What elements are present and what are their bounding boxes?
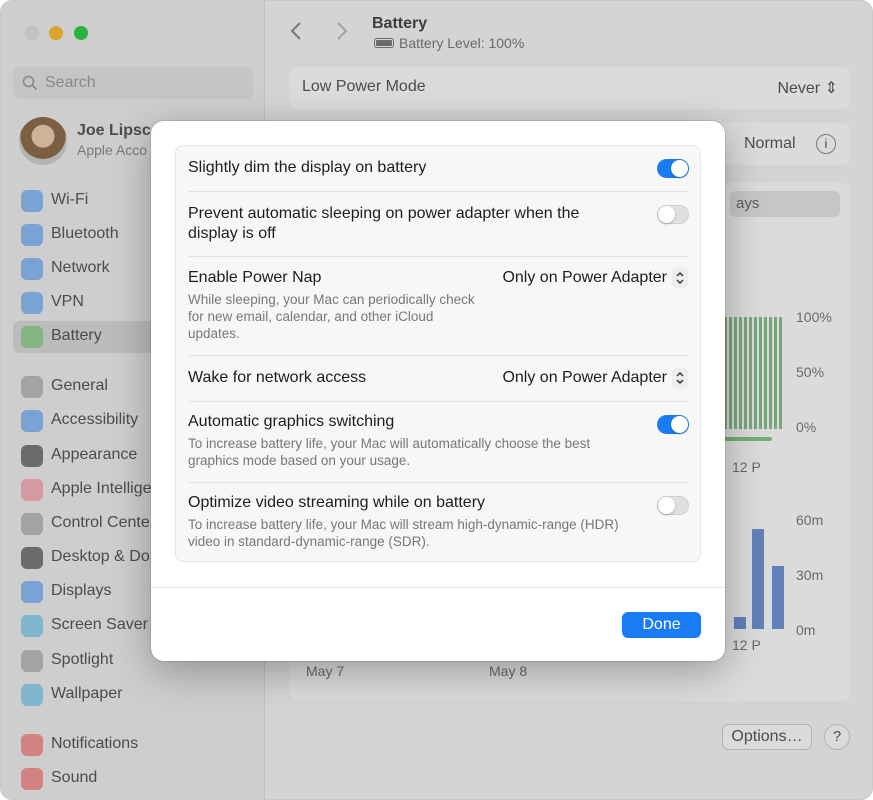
graphics-switching-row: Automatic graphics switching To increase…	[176, 402, 700, 482]
video-streaming-label: Optimize video streaming while on batter…	[188, 494, 486, 511]
footer-divider	[151, 587, 725, 588]
power-nap-description: While sleeping, your Mac can periodicall…	[188, 292, 475, 341]
prevent-sleep-row: Prevent automatic sleeping on power adap…	[176, 192, 700, 256]
toggle-knob	[658, 497, 675, 514]
graphics-switching-description: To increase battery life, your Mac will …	[188, 436, 591, 468]
settings-window: Search Joe Lipsc Apple Acco Wi-Fi Bluetoo…	[0, 0, 873, 800]
prevent-sleep-label: Prevent automatic sleeping on power adap…	[188, 205, 580, 242]
battery-options-sheet: Slightly dim the display on battery Prev…	[151, 121, 725, 661]
dim-display-row: Slightly dim the display on battery	[176, 146, 700, 191]
power-nap-row: Enable Power Nap While sleeping, your Ma…	[176, 257, 700, 355]
power-nap-popup[interactable]: Only on Power Adapter	[502, 268, 688, 288]
power-nap-value: Only on Power Adapter	[502, 269, 667, 287]
wake-network-label: Wake for network access	[188, 369, 367, 386]
dim-display-toggle[interactable]	[657, 159, 689, 178]
graphics-switching-label: Automatic graphics switching	[188, 413, 395, 430]
wake-network-popup[interactable]: Only on Power Adapter	[502, 368, 688, 388]
options-group: Slightly dim the display on battery Prev…	[175, 145, 701, 562]
prevent-sleep-toggle[interactable]	[657, 205, 689, 224]
graphics-switching-toggle[interactable]	[657, 415, 689, 434]
toggle-knob	[671, 416, 688, 433]
wake-network-value: Only on Power Adapter	[502, 369, 667, 387]
stepper-icon	[672, 368, 688, 388]
video-streaming-toggle[interactable]	[657, 496, 689, 515]
toggle-knob	[671, 160, 688, 177]
dim-display-label: Slightly dim the display on battery	[188, 159, 427, 176]
toggle-knob	[658, 206, 675, 223]
video-streaming-row: Optimize video streaming while on batter…	[176, 483, 700, 561]
power-nap-label: Enable Power Nap	[188, 269, 322, 286]
done-button[interactable]: Done	[622, 612, 701, 638]
stepper-icon	[672, 268, 688, 288]
video-streaming-description: To increase battery life, your Mac will …	[188, 517, 619, 549]
wake-network-row: Wake for network access Only on Power Ad…	[176, 356, 700, 401]
